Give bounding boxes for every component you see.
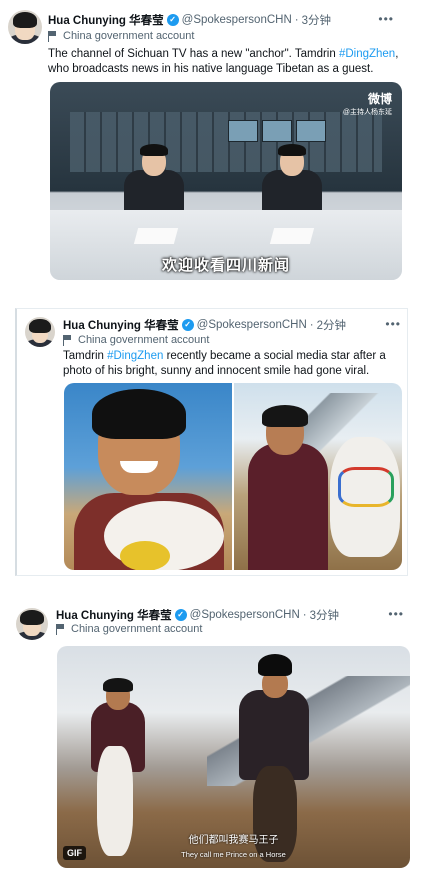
verified-icon: ✓ xyxy=(174,609,187,621)
author-name[interactable]: Hua Chunying 华春莹 xyxy=(48,12,164,28)
author-handle[interactable]: @SpokespersonCHN xyxy=(190,609,300,621)
avatar[interactable] xyxy=(8,10,42,44)
gif-caption-chinese: 他们都叫我赛马王子 xyxy=(188,835,279,846)
author-name[interactable]: Hua Chunying 华春莹 xyxy=(63,317,179,333)
tweet-image-man-with-horse[interactable] xyxy=(234,383,402,570)
author-handle[interactable]: @SpokespersonCHN xyxy=(182,14,292,26)
tweet-image[interactable]: 微博 @主持人杨东延 欢迎收看四川新闻 xyxy=(50,82,402,280)
separator-dot: · xyxy=(294,14,299,26)
timestamp[interactable]: 3分钟 xyxy=(310,607,339,623)
tweet-3[interactable]: Hua Chunying 华春莹 ✓ @SpokespersonCHN · 3分… xyxy=(0,596,418,878)
tweet-gif[interactable]: GIF 他们都叫我赛马王子 They call me Prince on a H… xyxy=(57,646,410,868)
verified-icon: ✓ xyxy=(181,319,194,331)
separator-dot: · xyxy=(309,319,314,331)
avatar[interactable] xyxy=(25,317,55,347)
gif-caption-english: They call me Prince on a Horse xyxy=(181,850,286,859)
tweet-2[interactable]: Hua Chunying 华春莹 ✓ @SpokespersonCHN · 2分… xyxy=(15,308,408,576)
tweet-header: Hua Chunying 华春莹 ✓ @SpokespersonCHN · 3分… xyxy=(56,606,404,624)
separator-dot: · xyxy=(302,609,307,621)
avatar[interactable] xyxy=(16,608,48,640)
hashtag-link[interactable]: #DingZhen xyxy=(107,350,163,362)
government-account-label: China government account xyxy=(56,623,202,635)
more-options-icon[interactable]: ••• xyxy=(385,317,401,331)
video-subtitle: 欢迎收看四川新闻 xyxy=(161,257,290,274)
tweet-text: Tamdrin #DingZhen recently became a soci… xyxy=(63,350,386,377)
flag-icon xyxy=(56,623,65,635)
author-name[interactable]: Hua Chunying 华春莹 xyxy=(56,607,172,623)
tweet-header: Hua Chunying 华春莹 ✓ @SpokespersonCHN · 2分… xyxy=(63,316,401,334)
government-account-label: China government account xyxy=(48,30,194,42)
tweet-text: The channel of Sichuan TV has a new "anc… xyxy=(48,48,399,75)
government-account-label: China government account xyxy=(63,334,209,346)
timestamp[interactable]: 2分钟 xyxy=(317,317,346,333)
more-options-icon[interactable]: ••• xyxy=(388,607,404,621)
more-options-icon[interactable]: ••• xyxy=(378,12,394,26)
tweet-header: Hua Chunying 华春莹 ✓ @SpokespersonCHN · 3分… xyxy=(48,11,394,29)
timestamp[interactable]: 3分钟 xyxy=(302,12,331,28)
account-label-text: China government account xyxy=(71,623,203,635)
flag-icon xyxy=(63,334,72,346)
tweet-image-smiling-boy[interactable] xyxy=(64,383,232,570)
verified-icon: ✓ xyxy=(166,14,179,26)
hashtag-link[interactable]: #DingZhen xyxy=(339,48,395,60)
account-label-text: China government account xyxy=(63,30,195,42)
tweet-1[interactable]: Hua Chunying 华春莹 ✓ @SpokespersonCHN · 3分… xyxy=(0,0,414,288)
weibo-watermark: 微博 @主持人杨东延 xyxy=(342,92,392,116)
author-handle[interactable]: @SpokespersonCHN xyxy=(197,319,307,331)
account-label-text: China government account xyxy=(78,334,210,346)
flag-icon xyxy=(48,30,57,42)
